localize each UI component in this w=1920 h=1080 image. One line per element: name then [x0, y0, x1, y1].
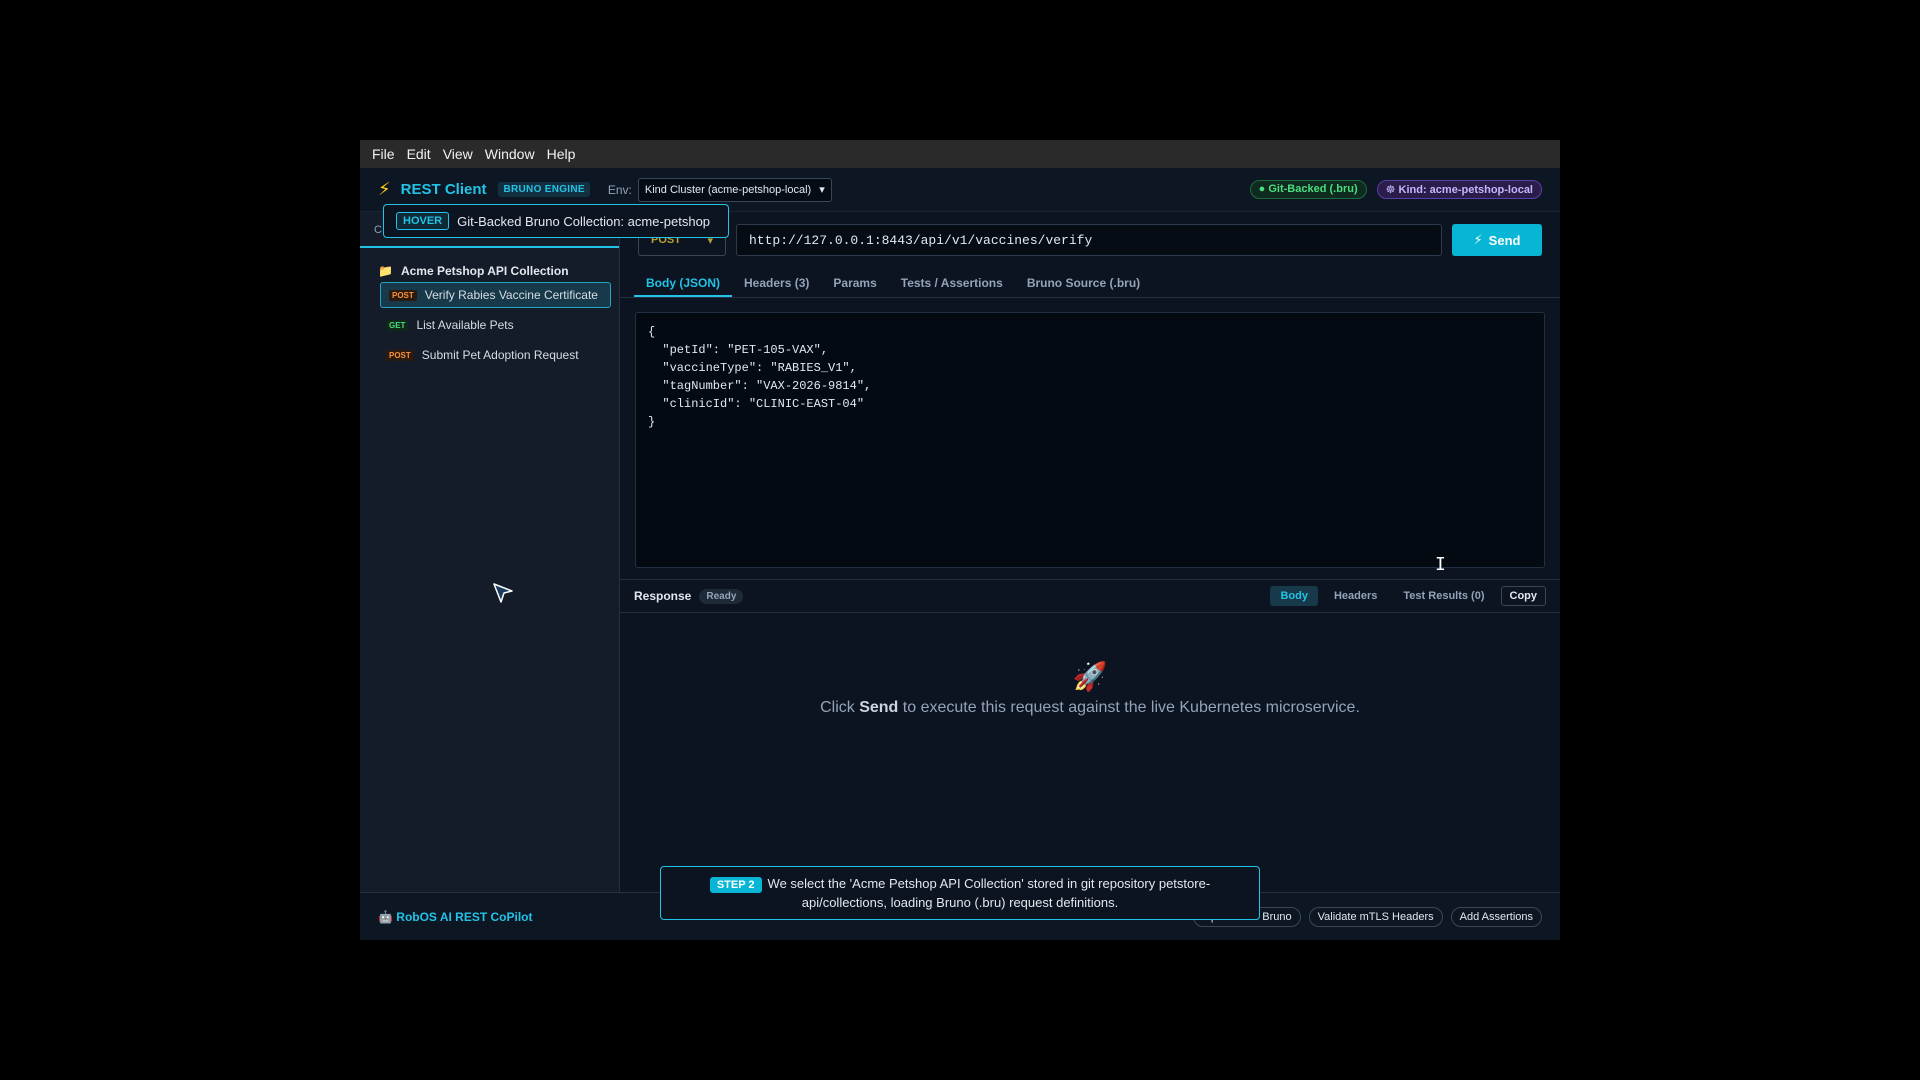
- tab-bruno-source[interactable]: Bruno Source (.bru): [1015, 268, 1152, 297]
- collection-label: Acme Petshop API Collection: [400, 264, 569, 278]
- response-bar: Response Ready Body Headers Test Results…: [620, 579, 1560, 613]
- tab-params[interactable]: Params: [821, 268, 888, 297]
- env-label: Env:: [607, 182, 632, 197]
- hover-text: Git-Backed Bruno Collection: acme-petsho…: [457, 213, 711, 229]
- env-value: Kind Cluster (acme-petshop-local): [644, 183, 812, 196]
- bolt-icon: ⚡: [378, 179, 391, 199]
- json-body-editor[interactable]: { "petId": "PET-105-VAX", "vaccineType":…: [635, 312, 1545, 568]
- engine-badge: BRUNO ENGINE: [498, 182, 590, 197]
- request-label: Verify Rabies Vaccine Certificate: [424, 288, 598, 302]
- url-input[interactable]: http://127.0.0.1:8443/api/v1/vaccines/ve…: [736, 224, 1442, 256]
- bolt-icon: ⚡: [1473, 232, 1483, 247]
- step-text: We select the 'Acme Petshop API Collecti…: [767, 875, 1211, 910]
- rocket-icon: 🚀: [1072, 661, 1108, 692]
- method-badge: POST: [389, 289, 417, 301]
- request-label: List Available Pets: [416, 318, 514, 332]
- app-title: REST Client: [400, 181, 487, 198]
- folder-icon: 📁: [378, 264, 393, 278]
- menu-bar: File Edit View Window Help: [360, 140, 1560, 168]
- method-badge: GET: [386, 319, 409, 331]
- app-window: File Edit View Window Help ⚡ REST Client…: [360, 140, 1560, 940]
- response-tabs: Body Headers Test Results (0) Copy: [1270, 586, 1546, 606]
- kind-cluster-badge[interactable]: ☸ Kind: acme-petshop-local: [1376, 180, 1542, 199]
- response-title: Response: [634, 589, 692, 603]
- text-cursor-icon: I: [1435, 554, 1446, 575]
- request-item-submit-adoption[interactable]: POST Submit Pet Adoption Request: [378, 342, 611, 368]
- sidebar: C 📁 Acme Petshop API Collection POST Ver…: [360, 212, 620, 892]
- main-panel: POST ▾ http://127.0.0.1:8443/api/v1/vacc…: [620, 212, 1560, 892]
- step-caption: STEP 2 We select the 'Acme Petshop API Co…: [660, 866, 1260, 920]
- send-label: Send: [1488, 232, 1521, 248]
- request-item-verify-rabies[interactable]: POST Verify Rabies Vaccine Certificate: [380, 282, 611, 308]
- env-select[interactable]: Kind Cluster (acme-petshop-local) ▾: [637, 177, 832, 202]
- tab-headers[interactable]: Headers (3): [732, 268, 821, 297]
- menu-window[interactable]: Window: [479, 146, 541, 162]
- request-label: Submit Pet Adoption Request: [421, 348, 579, 362]
- response-empty-state: 🚀 Click Send to execute this request aga…: [620, 660, 1560, 717]
- chevron-down-icon: ▾: [819, 184, 825, 196]
- menu-edit[interactable]: Edit: [401, 146, 437, 162]
- add-assertions-button[interactable]: Add Assertions: [1450, 906, 1542, 927]
- tab-test-results[interactable]: Test Results (0): [1393, 586, 1494, 606]
- step-text-wrap: STEP 2 We select the 'Acme Petshop API Co…: [671, 875, 1249, 912]
- collection-item[interactable]: 📁 Acme Petshop API Collection: [360, 248, 619, 278]
- tab-response-headers[interactable]: Headers: [1324, 586, 1387, 606]
- request-item-list-pets[interactable]: GET List Available Pets: [378, 312, 611, 338]
- status-badge: Ready: [699, 588, 744, 604]
- header-badges: ● Git-Backed (.bru) ☸ Kind: acme-petshop…: [1249, 180, 1542, 199]
- method-badge: POST: [386, 349, 414, 361]
- mouse-cursor-icon: [493, 583, 513, 603]
- menu-file[interactable]: File: [366, 146, 401, 162]
- hover-badge: HOVER: [396, 212, 450, 230]
- copilot-label[interactable]: 🤖 RobOS AI REST CoPilot: [378, 910, 533, 924]
- request-tabs: Body (JSON) Headers (3) Params Tests / A…: [620, 268, 1560, 298]
- validate-mtls-button[interactable]: Validate mTLS Headers: [1308, 906, 1443, 927]
- empty-message: Click Send to execute this request again…: [820, 699, 1360, 716]
- tab-response-body[interactable]: Body: [1270, 586, 1318, 606]
- step-badge: STEP 2: [709, 876, 762, 893]
- git-backed-badge[interactable]: ● Git-Backed (.bru): [1249, 180, 1367, 199]
- tab-tests[interactable]: Tests / Assertions: [889, 268, 1015, 297]
- hover-tooltip: HOVER Git-Backed Bruno Collection: acme-…: [383, 204, 729, 238]
- tab-body-json[interactable]: Body (JSON): [634, 268, 733, 297]
- menu-view[interactable]: View: [437, 146, 479, 162]
- menu-help[interactable]: Help: [541, 146, 582, 162]
- copy-button[interactable]: Copy: [1500, 586, 1546, 606]
- send-button[interactable]: ⚡ Send: [1452, 224, 1542, 256]
- url-row: POST ▾ http://127.0.0.1:8443/api/v1/vacc…: [620, 212, 1560, 268]
